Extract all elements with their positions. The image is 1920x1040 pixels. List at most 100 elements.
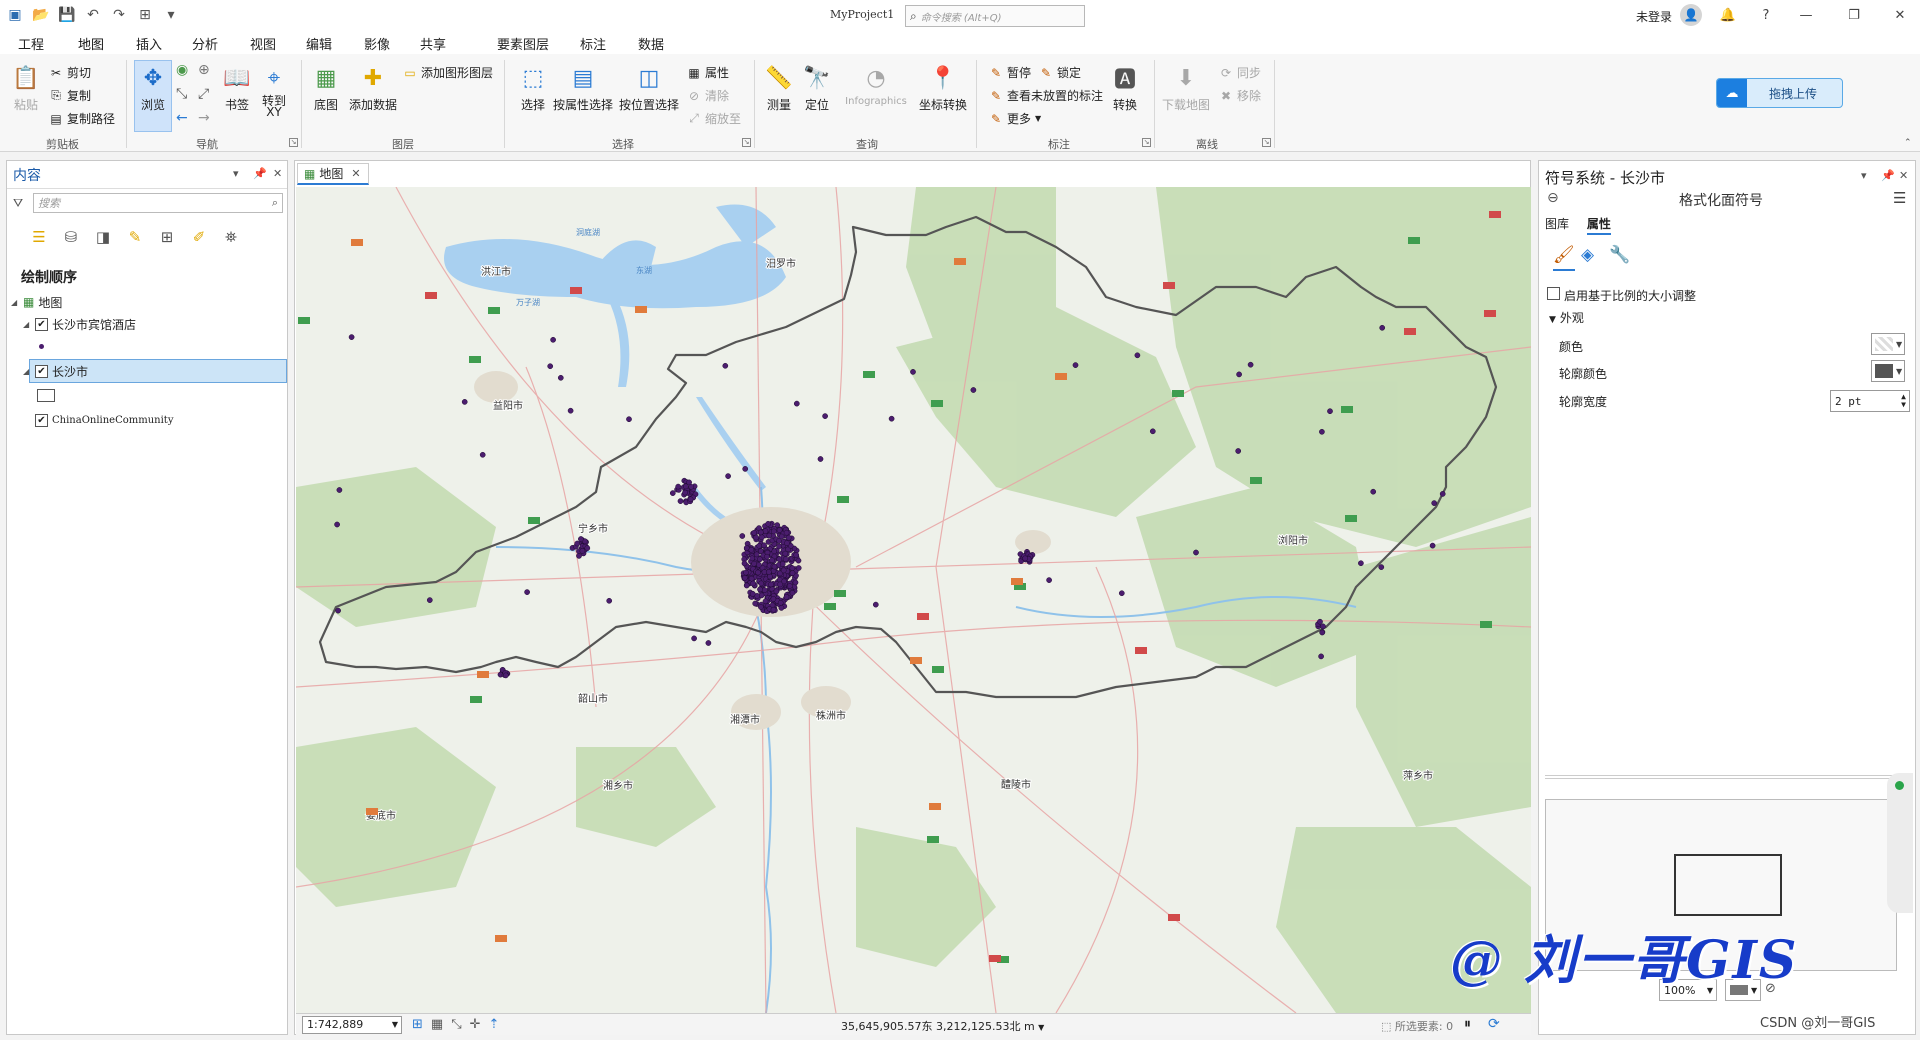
offline-launcher-icon[interactable]: ↘ [1262, 138, 1271, 147]
user-avatar-icon[interactable]: 👤 [1680, 4, 1702, 26]
tab-project[interactable]: 工程 [18, 34, 44, 53]
tab-properties[interactable]: 属性 [1586, 217, 1611, 235]
scale-based-sizing-checkbox[interactable] [1547, 287, 1560, 300]
new-project-icon[interactable]: ⊞ [134, 4, 156, 26]
outline-width-input[interactable]: 2 pt ▲ ▼ [1830, 390, 1910, 412]
save-icon[interactable]: 💾 [56, 4, 78, 26]
next-extent-icon[interactable]: → [198, 110, 210, 126]
convert-coordinates-button[interactable]: 📍 坐标转换 [918, 62, 968, 113]
pin-icon[interactable]: 📌 [253, 167, 267, 180]
attributes-button[interactable]: ▦ 属性 [686, 64, 729, 81]
command-search-input[interactable]: ⌕ 命令搜索 (Alt+Q) [905, 5, 1085, 27]
select-by-attributes-button[interactable]: ▤ 按属性选择 [552, 62, 614, 113]
measure-button[interactable]: 📏 测量 [762, 62, 796, 113]
drag-upload-button[interactable]: ☁ 拖拽上传 [1716, 78, 1843, 108]
close-pane-icon[interactable]: ✕ [1899, 169, 1908, 182]
tab-feature-layer[interactable]: 要素图层 [497, 34, 549, 53]
locate-button[interactable]: 🔭 定位 [800, 62, 834, 113]
list-by-editing-icon[interactable]: ✎ [123, 225, 147, 249]
list-by-data-source-icon[interactable]: ⛁ [59, 225, 83, 249]
tab-insert[interactable]: 插入 [136, 34, 162, 53]
grid-icon[interactable]: ▦ [431, 1017, 443, 1032]
previous-extent-icon[interactable]: ← [176, 110, 188, 126]
tab-data[interactable]: 数据 [638, 34, 664, 53]
zoom-to-selection-button[interactable]: ⤢ 缩放至 [686, 110, 741, 127]
signin-status[interactable]: 未登录 [1636, 8, 1672, 25]
toc-layer-changsha[interactable]: ◢ ✔ 长沙市 [23, 360, 88, 382]
close-tab-icon[interactable]: ✕ [351, 167, 360, 180]
refresh-icon[interactable]: ⟳ [1488, 1016, 1500, 1032]
pane-splitter[interactable] [1545, 775, 1897, 779]
toc-search-input[interactable]: 搜索 ⌕ [33, 193, 283, 213]
pane-options-icon[interactable]: ▾ [233, 167, 239, 180]
full-extent-icon[interactable]: ◉ [176, 62, 188, 78]
selection-launcher-icon[interactable]: ↘ [742, 138, 751, 147]
undo-icon[interactable]: ↶ [82, 4, 104, 26]
infographics-button[interactable]: ◔ Infographics [838, 62, 914, 108]
select-by-location-button[interactable]: ◫ 按位置选择 [618, 62, 680, 113]
add-graphics-layer-button[interactable]: ▭ 添加图形图层 [402, 64, 493, 81]
tab-labeling[interactable]: 标注 [580, 34, 606, 53]
basemap-button[interactable]: ▦ 底图 [308, 62, 344, 113]
map-canvas[interactable]: 益阳市 宁乡市 浏阳市 湘潭市 株洲市 韶山市 湘乡市 醴陵市 萍乡市 娄底市 … [296, 187, 1531, 1013]
remove-offline-button[interactable]: ✖ 移除 [1218, 87, 1261, 104]
goto-xy-button[interactable]: ⌖ 转到 XY [258, 62, 290, 119]
add-data-button[interactable]: ✚ 添加数据 [348, 62, 398, 113]
spinner-icon[interactable]: ▲ ▼ [1901, 393, 1906, 409]
changsha-polygon-symbol[interactable] [37, 384, 55, 406]
pin-icon[interactable]: 📌 [1881, 169, 1895, 182]
hotels-point-symbol[interactable] [39, 335, 44, 357]
fixed-zoom-icon[interactable]: ⊕ [198, 62, 210, 78]
toc-layer-basemap[interactable]: ✔ ChinaOnlineCommunity [35, 409, 173, 431]
restore-icon[interactable]: ❐ [1842, 5, 1866, 25]
north-arrow-icon[interactable]: ⇡ [489, 1017, 500, 1032]
bookmarks-button[interactable]: 📖 书签 [220, 62, 254, 113]
collapse-icon[interactable]: ◢ [23, 367, 35, 376]
tab-map[interactable]: 地图 [78, 34, 105, 58]
collapse-icon[interactable]: ◢ [11, 298, 23, 307]
list-by-selection-icon[interactable]: ◨ [91, 225, 115, 249]
snap-tolerance-icon[interactable]: ✛ [470, 1017, 481, 1032]
copy-button[interactable]: ⎘ 复制 [48, 87, 91, 104]
layer-visibility-checkbox[interactable]: ✔ [35, 317, 48, 331]
view-unplaced-labels-button[interactable]: ✎ 查看未放置的标注 [988, 87, 1103, 104]
customize-toolbar-icon[interactable]: ▾ [160, 4, 182, 26]
minimize-icon[interactable]: — [1794, 5, 1818, 25]
help-icon[interactable]: ? [1754, 5, 1778, 25]
copy-path-button[interactable]: ▤ 复制路径 [48, 110, 115, 127]
list-by-snapping-icon[interactable]: ⊞ [155, 225, 179, 249]
close-pane-icon[interactable]: ✕ [273, 167, 282, 180]
outline-color-picker[interactable]: ▼ [1871, 360, 1905, 382]
redo-icon[interactable]: ↷ [108, 4, 130, 26]
snapping-icon[interactable]: ⊞ [412, 1017, 423, 1032]
select-button[interactable]: ⬚ 选择 [516, 62, 550, 113]
labeling-launcher-icon[interactable]: ↘ [1142, 138, 1151, 147]
convert-labels-button[interactable]: 🅰 转换 [1108, 62, 1142, 113]
clear-selection-button[interactable]: ⊘ 清除 [686, 87, 729, 104]
map-scale-select[interactable]: 1:742,889 ▼ [302, 1015, 402, 1034]
list-by-drawing-order-icon[interactable]: ☰ [27, 225, 51, 249]
map-view-tab[interactable]: ▦ 地图 ✕ [297, 163, 369, 185]
notification-icon[interactable]: 🔔 [1716, 5, 1740, 25]
appearance-section-header[interactable]: ▼ 外观 [1549, 309, 1584, 326]
open-project-icon[interactable]: 📂 [30, 4, 52, 26]
collapse-ribbon-icon[interactable]: ⌃ [1904, 138, 1912, 148]
constraints-icon[interactable]: ⤡ [451, 1017, 461, 1032]
lock-labels-button[interactable]: ✎ 锁定 [1038, 64, 1081, 81]
pause-drawing-icon[interactable]: ⏸ [1464, 1016, 1471, 1032]
zoom-in-fixed-icon[interactable]: ⤡ [176, 86, 187, 102]
list-by-perspective-icon[interactable]: ⛯ [219, 225, 243, 249]
sync-button[interactable]: ⟳ 同步 [1218, 64, 1261, 81]
tab-edit[interactable]: 编辑 [306, 34, 332, 53]
pane-options-icon[interactable]: ▾ [1861, 169, 1867, 182]
navigate-launcher-icon[interactable]: ↘ [289, 138, 298, 147]
collapse-icon[interactable]: ◢ [23, 320, 35, 329]
layer-visibility-checkbox[interactable]: ✔ [35, 413, 48, 427]
symbol-brush-icon[interactable]: 🖌 [1553, 245, 1575, 271]
close-icon[interactable]: ✕ [1888, 5, 1912, 25]
download-map-button[interactable]: ⬇ 下载地图 [1160, 62, 1212, 113]
tab-imagery[interactable]: 影像 [364, 34, 390, 53]
labeling-more-button[interactable]: ✎ 更多 ▼ [988, 110, 1041, 127]
tab-analysis[interactable]: 分析 [192, 34, 218, 53]
scale-based-sizing-row[interactable]: 启用基于比例的大小调整 [1547, 287, 1696, 304]
